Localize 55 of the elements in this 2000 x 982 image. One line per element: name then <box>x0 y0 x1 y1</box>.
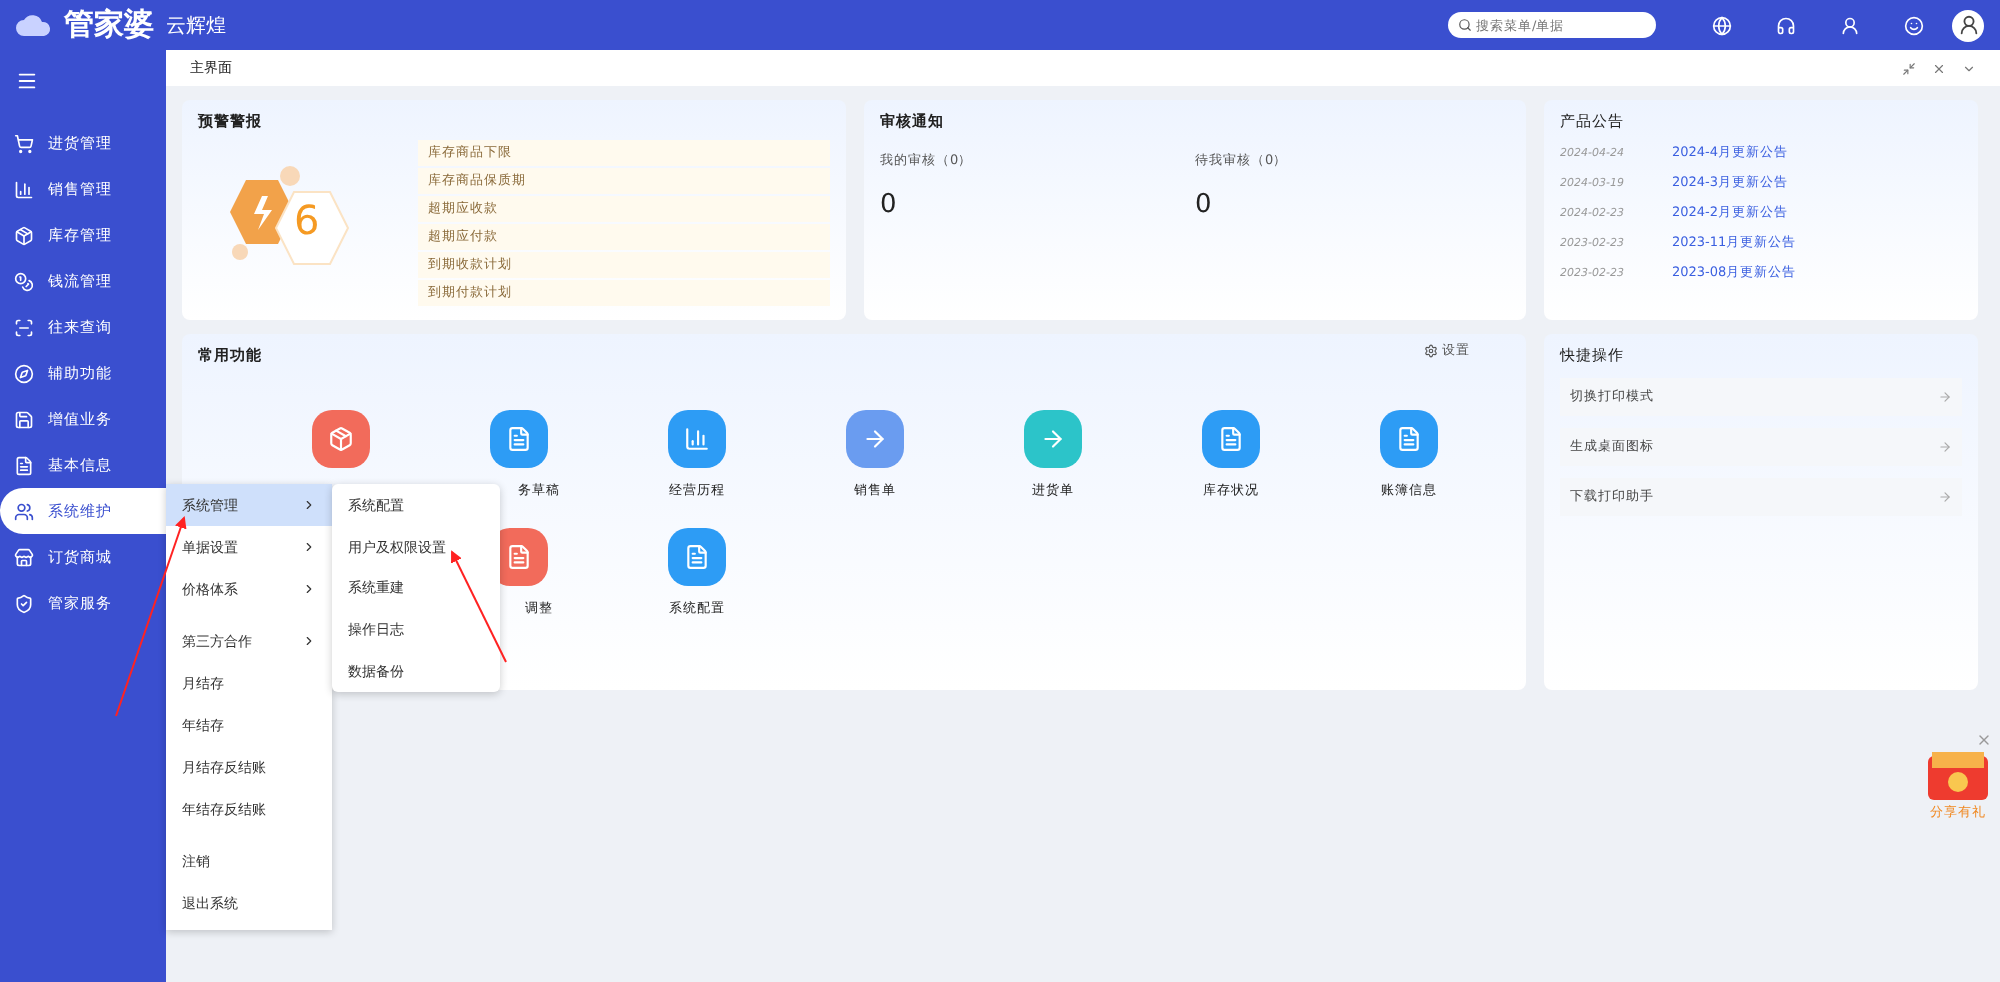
cart-icon <box>14 133 34 153</box>
coins-icon <box>14 271 34 291</box>
shield-icon <box>14 593 34 613</box>
audit-count: 0 <box>880 190 899 220</box>
box-icon <box>14 225 34 245</box>
chevron-right-icon <box>302 582 316 596</box>
arrow-icon <box>1938 440 1952 454</box>
chevron-right-icon <box>302 540 316 554</box>
scan-icon <box>14 317 34 337</box>
document-icon <box>1396 426 1422 452</box>
document-icon <box>14 455 34 475</box>
close-icon[interactable] <box>1932 61 1946 75</box>
gear-icon <box>1424 344 1438 358</box>
logo-text: 管家婆 <box>64 6 154 44</box>
headset-icon[interactable] <box>1776 15 1796 35</box>
arrow-icon <box>1938 390 1952 404</box>
function-tile[interactable] <box>1024 410 1082 468</box>
arrow-icon <box>862 426 888 452</box>
floppy-icon <box>14 409 34 429</box>
store-icon <box>14 547 34 567</box>
gift-box-icon[interactable] <box>1924 748 1992 804</box>
function-tile[interactable] <box>490 410 548 468</box>
search-icon <box>1458 18 1472 32</box>
globe-icon[interactable] <box>1712 15 1732 35</box>
arrow-icon <box>1938 490 1952 504</box>
document-icon <box>1218 426 1244 452</box>
annotation-arrow <box>451 550 507 663</box>
chevron-right-icon <box>302 498 316 512</box>
arrow-icon <box>1040 426 1066 452</box>
function-tile[interactable] <box>1202 410 1260 468</box>
chart-icon <box>14 179 34 199</box>
chevron-down-icon[interactable] <box>1962 61 1976 75</box>
smile-icon[interactable] <box>1904 15 1924 35</box>
bar-chart-icon <box>684 426 710 452</box>
person-icon <box>1957 14 1979 36</box>
collapse-icon[interactable] <box>1902 61 1916 75</box>
function-tile[interactable] <box>1380 410 1438 468</box>
function-tile[interactable] <box>668 528 726 586</box>
audit-count: 0 <box>1195 190 1214 220</box>
document-icon <box>506 544 532 570</box>
function-tile[interactable] <box>846 410 904 468</box>
user-icon[interactable] <box>1840 15 1860 35</box>
document-icon <box>506 426 532 452</box>
chevron-right-icon <box>302 634 316 648</box>
function-tile[interactable] <box>312 410 370 468</box>
warning-count: 6 <box>294 195 320 243</box>
cloud-logo-icon <box>16 14 52 36</box>
function-tile[interactable] <box>668 410 726 468</box>
avatar[interactable] <box>1952 9 1984 41</box>
users-icon <box>14 501 34 521</box>
compass-icon <box>14 363 34 383</box>
document-icon <box>684 544 710 570</box>
close-icon[interactable] <box>1976 732 1992 748</box>
menu-icon[interactable] <box>16 70 38 92</box>
logo-subtitle: 云辉煌 <box>166 13 226 39</box>
